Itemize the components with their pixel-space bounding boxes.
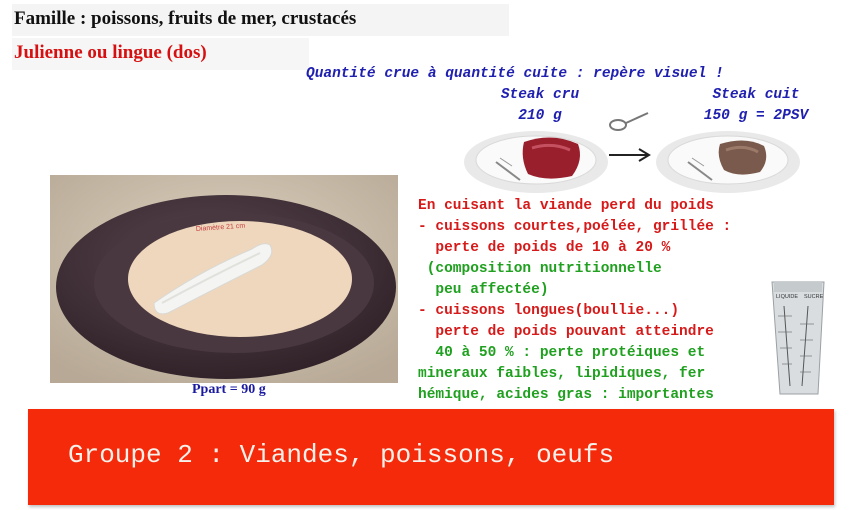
cooked-steak-weight: 150 g = 2PSV: [703, 108, 809, 124]
note-line: 40 à 50 % : perte protéiques et: [418, 345, 706, 361]
note-line: perte de poids pouvant atteindre: [418, 324, 714, 340]
note-line: - cuissons longues(boullie...): [418, 303, 680, 319]
measure-left-label: LIQUIDE: [776, 294, 798, 300]
raw-steak-weight: 210 g: [518, 108, 562, 124]
measuring-cup-image: LIQUIDE SUCRE: [771, 281, 825, 395]
fish-portion-plate-image: Diamètre 21 cm: [50, 175, 398, 383]
cooked-steak-label: Steak cuit: [712, 87, 800, 103]
cooked-steak-plate-image: [656, 131, 800, 193]
note-line: (composition nutritionnelle: [418, 261, 662, 277]
note-line: peu affectée): [418, 282, 549, 298]
raw-steak-plate-image: [464, 131, 608, 193]
group-banner-text: Groupe 2 : Viandes, poissons, oeufs: [68, 440, 615, 470]
raw-steak-label: Steak cru: [500, 87, 580, 103]
family-heading: Famille : poissons, fruits de mer, crust…: [12, 4, 509, 36]
fish-name-heading: Julienne ou lingue (dos): [12, 38, 309, 70]
note-line: En cuisant la viande perd du poids: [418, 198, 714, 214]
arrow-right-icon: [609, 148, 651, 162]
cooking-notes: En cuisant la viande perd du poids - cui…: [418, 196, 731, 406]
note-line: hémique, acides gras : importantes: [418, 387, 714, 403]
note-line: mineraux faibles, lipidiques, fer: [418, 366, 706, 382]
note-line: - cuissons courtes,poélée, grillée :: [418, 219, 732, 235]
visual-guide-title: Quantité crue à quantité cuite : repère …: [306, 66, 724, 82]
spoon-icon: [609, 112, 649, 131]
portion-weight-label: Ppart = 90 g: [192, 382, 266, 397]
measure-right-label: SUCRE: [804, 294, 824, 300]
note-line: perte de poids de 10 à 20 %: [418, 240, 671, 256]
